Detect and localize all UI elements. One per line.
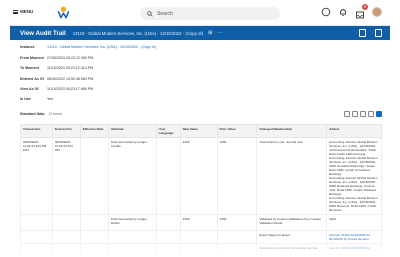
instance-link[interactable]: 13110 - Global Modern Services, Inc. (US… (47, 45, 156, 49)
export-excel-icon[interactable] (359, 29, 366, 37)
excel-icon[interactable] (344, 111, 350, 117)
table-header-row: Transaction Entered On Effective Date At… (20, 124, 382, 138)
section-title: Standard Data (20, 112, 45, 116)
field-value: Yes (47, 97, 53, 101)
table-view-icon[interactable] (376, 111, 382, 117)
column-header[interactable]: Effective Date (79, 124, 109, 138)
audit-table: Transaction Entered On Effective Date At… (20, 124, 382, 256)
grid-view-icon[interactable] (368, 111, 374, 117)
field-label: From Moment (20, 56, 44, 60)
table-row: 08/30/2022, 11:02:43.153 PM EDT 08/30/20… (20, 137, 382, 215)
column-header[interactable]: Added (326, 124, 382, 138)
column-header[interactable]: Prior Value (216, 124, 258, 138)
cell-user-language (155, 137, 181, 215)
column-header[interactable]: Changed Relationship (256, 124, 328, 138)
field-label: To Moment (20, 66, 39, 70)
field-label: View As Of (20, 87, 39, 91)
hamburger-icon (13, 9, 18, 14)
item-count: 12 items (48, 112, 62, 116)
menu-button[interactable]: MENU (13, 9, 33, 14)
cell-attribute: Total Journal Entry Ledger Debits (107, 214, 157, 231)
cell-entered-on (51, 214, 81, 231)
cell-new-value: 1400 (179, 137, 218, 215)
standard-data-header: Standard Data 12 items (20, 111, 382, 120)
chat-icon[interactable] (321, 7, 331, 17)
notification-badge: 9 (362, 4, 368, 10)
cell-transaction: 08/30/2022, 11:02:43.153 PM EDT (20, 137, 53, 215)
column-header[interactable]: Entered On (51, 124, 81, 138)
workday-logo-icon[interactable] (57, 6, 70, 19)
cell-new-value: 1400 (179, 214, 218, 231)
cell-user-language (155, 214, 181, 231)
cell-prior-value: 1250 (216, 137, 258, 215)
bottom-fade (0, 239, 400, 257)
inbox-icon (356, 11, 364, 19)
field-value: 08/30/2022 10:52:46.964 PM (47, 77, 94, 81)
filter-icon[interactable] (352, 111, 358, 117)
page-header: View Audit Trail 13110 - Global Modern S… (10, 26, 390, 40)
cell-effective-date (79, 137, 109, 215)
cell-entered-on: 08/30/2022 11:02:43.153 PM (51, 137, 81, 215)
cell-effective-date (79, 214, 109, 231)
search-input[interactable]: Search (140, 7, 280, 20)
search-icon (147, 10, 153, 17)
top-bar: MENU Search 9 (10, 0, 390, 26)
related-actions-icon[interactable]: ··· (217, 30, 222, 36)
table-row: Total Journal Entry Ledger Debits 1400 1… (20, 214, 382, 231)
column-header[interactable]: User Language (155, 124, 181, 138)
inbox-button[interactable]: 9 (355, 4, 368, 19)
cell-added: Accounting Journal: Global Modern Servic… (326, 137, 382, 215)
field-value: 11/15/2023 05:23:17.889 PM (47, 87, 94, 91)
column-header[interactable]: Transaction (20, 124, 53, 138)
field-value: 11/15/2023 05:23:12.414 PM (47, 66, 94, 70)
cell-prior-value: 1250 (216, 214, 258, 231)
field-label: In Use (20, 97, 31, 101)
export-pdf-icon[interactable]: ⊞ (208, 30, 212, 36)
cell-transaction (20, 214, 53, 231)
cell-added: Valid (326, 214, 382, 231)
column-header[interactable]: New Value (179, 124, 218, 138)
bell-icon[interactable] (338, 7, 348, 17)
cell-attribute: Total Journal Entry Ledger Credits (107, 137, 157, 215)
cell-changed-relationship: Journal Entry Line: Journal Line (256, 137, 328, 215)
column-header[interactable]: Attribute (107, 124, 157, 138)
field-value: 07/05/2023 05:23:12.000 PM (47, 56, 94, 60)
cell-changed-relationship: Validated by Custom Validations Key Cust… (256, 214, 328, 231)
fullscreen-icon[interactable] (360, 111, 366, 117)
menu-label: MENU (20, 9, 34, 14)
print-icon[interactable] (375, 29, 382, 37)
field-label: Entered As Of (20, 77, 44, 81)
page-title: View Audit Trail (20, 29, 66, 37)
avatar[interactable] (372, 7, 382, 17)
field-label: Instance (20, 45, 35, 49)
instance-subtitle: 13110 - Global Modern Services, Inc. (US… (72, 30, 204, 36)
search-placeholder: Search (157, 10, 173, 17)
